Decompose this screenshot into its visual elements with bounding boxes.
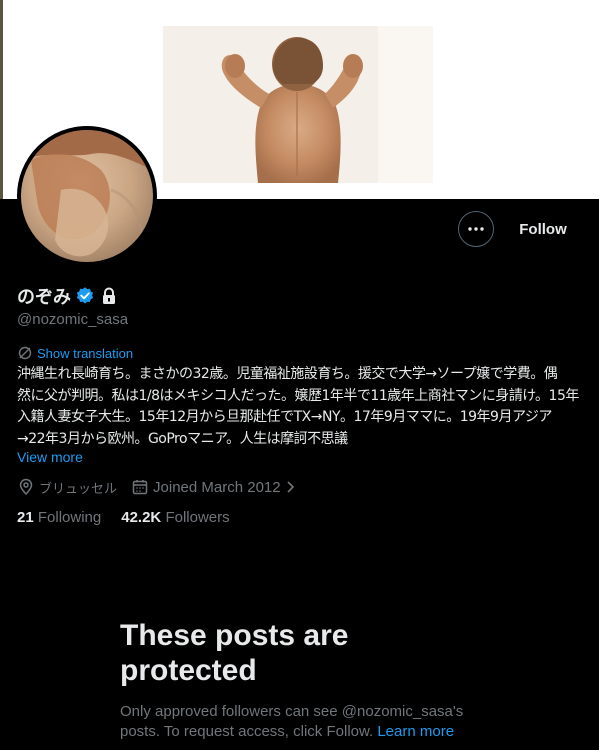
bio-line: 沖縄生れ長崎育ち。まさかの32歳。児童福祉施設育ち。援交で大学→ソープ嬢で学費。…	[17, 366, 558, 382]
protected-notice: These posts are protected Only approved …	[120, 618, 490, 742]
more-horizontal-icon	[468, 227, 484, 231]
profile-handle: @nozomic_sasa	[17, 311, 129, 328]
joined-text: Joined March 2012	[153, 478, 281, 496]
translate-icon	[18, 346, 32, 360]
show-translation-label[interactable]: Show translation	[37, 346, 133, 361]
more-options-button[interactable]	[458, 211, 494, 247]
protected-description: Only approved followers can see @nozomic…	[120, 702, 490, 742]
followers-count: 42.2K	[121, 509, 162, 526]
view-more-link[interactable]: View more	[17, 449, 83, 465]
followers-label: Followers	[165, 509, 230, 526]
profile-name-row: のぞみ	[17, 284, 117, 308]
lock-icon	[103, 287, 115, 304]
profile-stats: 21 Following 42.2K Followers	[17, 509, 230, 526]
joined-item[interactable]: Joined March 2012	[131, 478, 297, 496]
location-text: ブリュッセル	[39, 481, 118, 497]
verified-badge-icon[interactable]	[75, 286, 95, 306]
banner-photo	[163, 26, 433, 183]
following-count: 21	[17, 509, 34, 526]
bio-line: 然に父が判明。私は1/8はメキシコ人だった。嬢歴1年半で11歳年上商社マンに身請…	[17, 387, 579, 404]
follow-button[interactable]: Follow	[508, 211, 578, 247]
location-pin-icon	[19, 478, 33, 496]
location-item: ブリュッセル	[17, 478, 117, 497]
following-stat[interactable]: 21 Following	[17, 509, 101, 526]
profile-avatar[interactable]	[17, 126, 157, 266]
chevron-right-icon	[287, 481, 294, 493]
bio-line: 入籍人妻女子大生。15年12月から旦那赴任でTX→NY。17年9月ママに。19年…	[17, 409, 552, 425]
profile-meta: ブリュッセル Joined March 2012	[17, 477, 297, 497]
display-name: のぞみ	[17, 287, 71, 308]
show-translation-link[interactable]: Show translation	[17, 345, 133, 361]
banner-edge	[0, 0, 3, 199]
bio-line: →22年3月から欧州。GoProマニア。人生は摩訶不思議	[17, 430, 348, 447]
profile-bio: 沖縄生れ長崎育ち。まさかの32歳。児童福祉施設育ち。援交で大学→ソープ嬢で学費。…	[17, 364, 587, 450]
learn-more-link[interactable]: Learn more	[377, 723, 454, 740]
calendar-icon	[132, 480, 148, 495]
following-label: Following	[37, 509, 102, 526]
protected-title: These posts are protected	[120, 619, 349, 687]
followers-stat[interactable]: 42.2K Followers	[121, 509, 229, 526]
